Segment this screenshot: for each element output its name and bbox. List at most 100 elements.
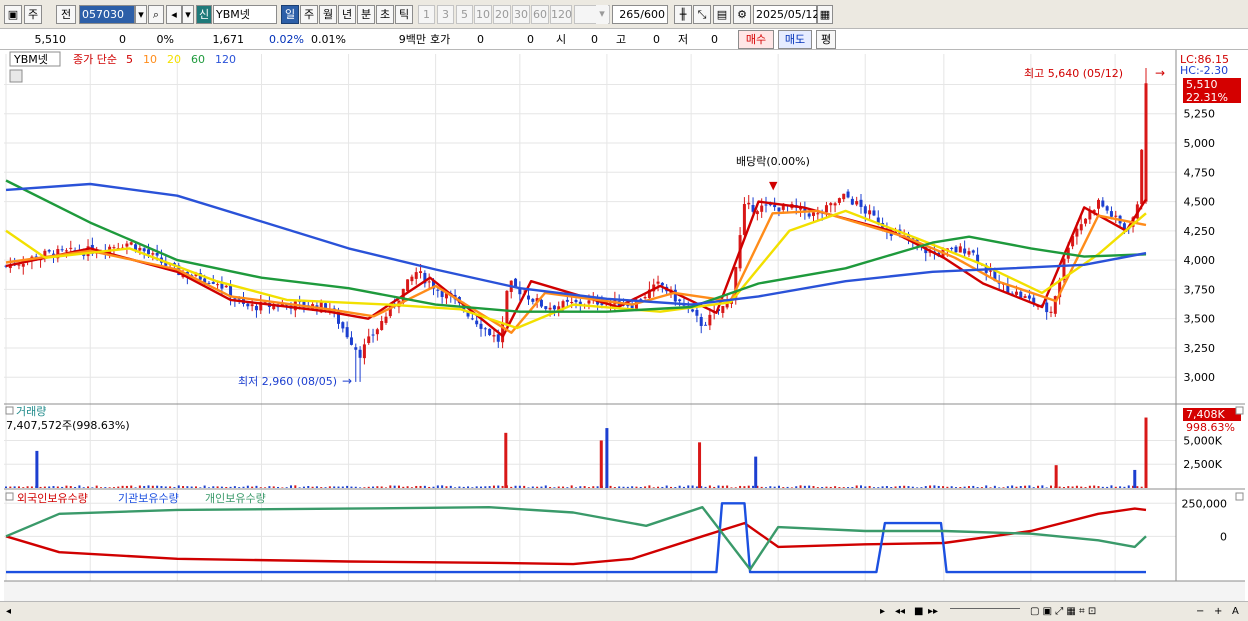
legend-individual: 개인보유수량 [205,492,266,505]
period-toggle[interactable]: 주 [24,5,42,24]
volume-bar [1037,485,1040,488]
volume-bar [644,486,647,488]
period-year[interactable]: 년 [338,5,356,24]
nav-stop-icon[interactable]: ■ [914,605,923,619]
calculator-icon[interactable] [9,69,23,83]
interval-3[interactable]: 3 [437,5,454,24]
volume-spike [698,442,702,488]
candle-body [436,289,440,291]
candle-body [777,207,781,212]
volume-bar [238,487,241,488]
interval-dropdown-icon[interactable]: ▾ [596,5,608,24]
candle-body [531,298,535,302]
interval-20[interactable]: 20 [493,5,511,24]
period-month[interactable]: 월 [319,5,337,24]
volume-bar [91,487,94,488]
volume-bar [87,486,90,488]
volume-bar [704,486,707,488]
scroll-left-icon[interactable]: ◂ [6,605,11,619]
count-field[interactable]: 265/600 [612,5,668,24]
x-axis-strip [4,581,1245,601]
stock-name-field[interactable]: YBM넷 [213,5,277,24]
speaker-dropdown-icon[interactable]: ▾ [182,5,194,24]
volume-tick-label: 5,000K [1183,434,1222,447]
interval-1[interactable]: 1 [418,5,435,24]
volume-bar [622,486,625,488]
candle-body [362,344,366,359]
y-tick-label: 4,000 [1184,254,1216,267]
nav-rewind-icon[interactable]: ◂◂ [895,605,905,619]
volume-bar [1006,486,1009,488]
y-tick-label: 5,250 [1184,108,1216,121]
calendar-icon[interactable]: ▦ [817,5,833,24]
candle-body [1014,291,1018,295]
chart-area[interactable]: 3,000 3,250 3,500 3,750 4,000 4,250 4,500 4,750… [0,50,1248,601]
y-tick-label: 3,250 [1184,342,1216,355]
stock-code-input[interactable]: 057030 [79,5,135,24]
search-icon[interactable]: ⌕ [148,5,164,24]
layout-icons[interactable]: ▢ ▣ ⤢ ▦ ⌗ ⊡ [1030,605,1096,619]
candle-body [384,316,388,323]
nav-play-icon[interactable]: ▸ [880,605,885,619]
volume-bar [674,487,677,488]
candle-body [479,323,483,329]
interval-10[interactable]: 10 [474,5,492,24]
volume-bar [30,486,33,488]
volume-pane-icon[interactable] [5,406,14,415]
code-dropdown-icon[interactable]: ▾ [135,5,147,24]
interval-30[interactable]: 30 [512,5,530,24]
candle-body [570,302,574,304]
volume-bar [428,486,431,488]
volume-spike [754,456,758,488]
period-second[interactable]: 초 [376,5,394,24]
volume-bar [82,487,85,488]
nav-forward-icon[interactable]: ▸▸ [928,605,938,619]
interval-5[interactable]: 5 [456,5,473,24]
candle-type-icon[interactable]: ╫ [674,5,692,24]
volume-bar [441,485,444,488]
interval-60[interactable]: 60 [531,5,549,24]
zoom-in-icon[interactable]: + [1214,605,1222,619]
volume-close-icon[interactable] [1235,406,1244,415]
zoom-slider[interactable] [950,608,1020,616]
interval-120[interactable]: 120 [550,5,572,24]
volume-bar [324,487,327,488]
date-field[interactable]: 2025/05/12 [753,5,819,24]
candle-body [349,337,353,345]
volume-bar [143,486,146,488]
period-minute[interactable]: 분 [357,5,375,24]
volume-bar [216,486,219,488]
period-week[interactable]: 주 [300,5,318,24]
volume-bar [488,486,491,488]
volume-bar [890,487,893,488]
period-day[interactable]: 일 [281,5,299,24]
volume-bar [920,487,923,488]
scrollbar[interactable]: ◂ ▸ ◂◂ ■ ▸▸ ▢ ▣ ⤢ ▦ ⌗ ⊡ − + A [0,601,1248,621]
volume-bar [575,487,577,488]
gear-icon[interactable]: ⚙ [733,5,751,24]
candle-body [660,282,664,286]
volume-bar [156,485,159,488]
zoom-out-icon[interactable]: − [1196,605,1204,619]
candle-body [643,297,647,299]
holdings-tick-label: 250,000 [1182,497,1228,510]
draw-tool-icon[interactable]: ⤡ [693,5,711,24]
speaker-icon[interactable]: ◂ [166,5,182,24]
volume-bar [613,487,616,488]
holdings-pane-icon[interactable] [5,492,14,501]
volume-bar [212,486,215,488]
buy-button[interactable]: 매수 [738,30,774,49]
volume-bar [458,486,461,488]
candle-body [950,247,954,249]
period-tick[interactable]: 틱 [395,5,413,24]
auto-scale-icon[interactable]: A [1232,605,1239,619]
save-icon[interactable]: ▤ [713,5,731,24]
volume-bar [872,487,875,488]
avg-button[interactable]: 평 [816,30,836,49]
volume-bar [929,485,932,488]
sell-button[interactable]: 매도 [778,30,812,49]
prev-button[interactable]: 전 [56,5,76,24]
chart-menu-icon[interactable]: ▣ [4,5,22,24]
holdings-close-icon[interactable] [1235,492,1244,501]
volume-bar [497,485,500,488]
